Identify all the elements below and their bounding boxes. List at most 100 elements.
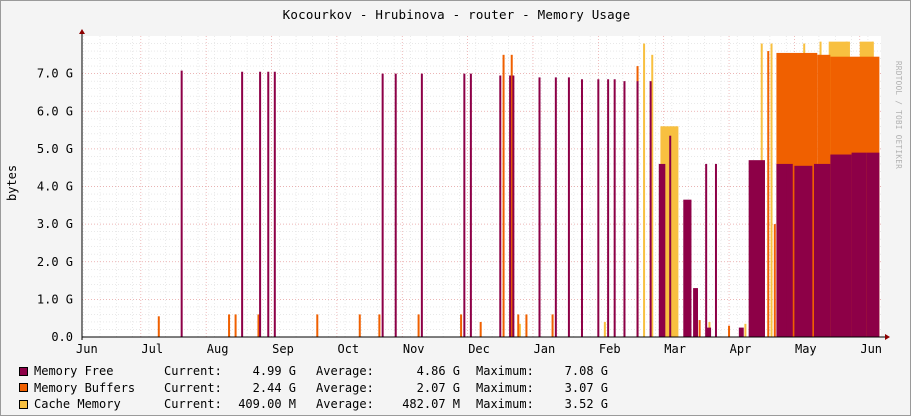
data-spike [499, 75, 502, 337]
data-spike [394, 73, 397, 337]
x-tick-label: Jul [141, 342, 163, 356]
y-tick-label: 3.0 G [37, 217, 73, 231]
data-spike [502, 54, 505, 337]
data-spike [613, 79, 616, 338]
data-spike [525, 314, 528, 337]
legend-maximum-value: 3.07 G [564, 380, 608, 395]
data-spike [517, 314, 520, 337]
data-spike [273, 71, 276, 338]
data-block [683, 199, 692, 337]
legend-average-value: 2.07 G [416, 380, 460, 395]
legend-current-value: 2.44 G [252, 380, 296, 395]
plot-area: 0.0 1.0 G 2.0 G 3.0 G 4.0 G 5.0 G 6.0 G 7.0 G J… [37, 29, 890, 356]
data-spike [469, 73, 472, 337]
data-spike [538, 77, 541, 337]
data-spike [554, 77, 557, 337]
legend-current-value: 409.00 M [238, 397, 296, 412]
graph-frame: Kocourkov - Hrubinova - router - Memory … [0, 0, 911, 416]
legend-current-label: Current: [164, 397, 222, 412]
x-tick-label: Mar [664, 342, 686, 356]
y-tick-labels: 0.0 1.0 G 2.0 G 3.0 G 4.0 G 5.0 G 6.0 G 7.0 G [37, 67, 73, 344]
data-spike [773, 224, 776, 337]
data-block [658, 163, 666, 337]
data-spike [603, 321, 606, 337]
data-spike [241, 71, 244, 338]
legend-average-label: Average: [316, 364, 374, 379]
data-spike [420, 73, 423, 337]
data-spike [417, 314, 420, 337]
data-spike [267, 71, 270, 338]
x-tick-label: Sep [272, 342, 294, 356]
data-block [738, 327, 744, 337]
x-tick-label: Nov [403, 342, 425, 356]
x-tick-label: Feb [599, 342, 621, 356]
legend-maximum-label: Maximum: [476, 364, 534, 379]
data-block [693, 288, 698, 337]
legend-maximum-label: Maximum: [476, 397, 534, 412]
y-tick-label: 6.0 G [37, 104, 73, 118]
x-tick-labels: Jun Jul Aug Sep Oct Nov Dec Jan Feb Mar Apr May Jun [76, 342, 882, 356]
x-tick-label: Oct [337, 342, 359, 356]
data-block [794, 165, 813, 337]
legend-name: Memory Free [34, 364, 114, 379]
y-tick-label: 1.0 G [37, 292, 73, 306]
legend-average-label: Average: [316, 397, 374, 412]
y-tick-label: 5.0 G [37, 142, 73, 156]
legend-maximum-label: Maximum: [476, 380, 534, 395]
data-spike [234, 314, 237, 337]
data-block [851, 152, 867, 337]
data-spike [770, 43, 773, 338]
data-spike [180, 70, 183, 338]
data-spike [669, 135, 672, 337]
data-spike [705, 163, 708, 337]
data-block [776, 163, 793, 337]
legend-current-value: 4.99 G [252, 364, 296, 379]
x-tick-label: Jun [76, 342, 98, 356]
legend-maximum-value: 7.08 G [564, 364, 608, 379]
y-tick-label: 2.0 G [37, 255, 73, 269]
x-tick-label: Jan [534, 342, 556, 356]
data-spike [767, 51, 770, 338]
legend: Memory Free Current: 4.99 G Average: 4.8… [19, 363, 608, 413]
data-spike [157, 316, 160, 337]
data-spike [316, 314, 319, 337]
legend-name: Memory Buffers [34, 380, 136, 395]
data-spike [228, 314, 231, 337]
x-tick-label: May [795, 342, 817, 356]
data-block [814, 163, 831, 337]
data-spike [597, 79, 600, 338]
legend-row-cache-memory: Cache Memory Current: 409.00 M Average: … [19, 396, 608, 413]
legend-swatch-memory-buffers [19, 383, 28, 393]
y-tick-label: 4.0 G [37, 180, 73, 194]
data-spike [358, 314, 361, 337]
data-spike [636, 81, 639, 338]
legend-current-label: Current: [164, 380, 222, 395]
data-spike [714, 163, 717, 337]
data-spike [744, 323, 747, 337]
data-block [748, 160, 765, 337]
data-spike [378, 314, 381, 337]
data-spike [259, 71, 262, 338]
data-spike [479, 321, 482, 337]
y-axis-arrow-icon [79, 29, 85, 34]
data-spike [786, 165, 789, 337]
legend-swatch-cache-memory [19, 399, 28, 409]
data-spike [463, 73, 466, 337]
x-tick-label: Aug [207, 342, 229, 356]
data-spike [623, 81, 626, 338]
legend-average-label: Average: [316, 380, 374, 395]
legend-maximum-value: 3.52 G [564, 397, 608, 412]
y-tick-label: 7.0 G [37, 67, 73, 81]
legend-row-memory-free: Memory Free Current: 4.99 G Average: 4.8… [19, 363, 608, 380]
legend-current-label: Current: [164, 364, 222, 379]
data-spike [509, 75, 512, 337]
data-spike [381, 73, 384, 337]
data-spike [649, 81, 652, 338]
y-tick-label: 0.0 [51, 330, 73, 344]
x-tick-label: Apr [730, 342, 752, 356]
data-block [866, 152, 880, 337]
data-spike [512, 75, 515, 337]
data-spike [580, 79, 583, 338]
data-spike [551, 314, 554, 337]
data-spike [643, 43, 646, 338]
